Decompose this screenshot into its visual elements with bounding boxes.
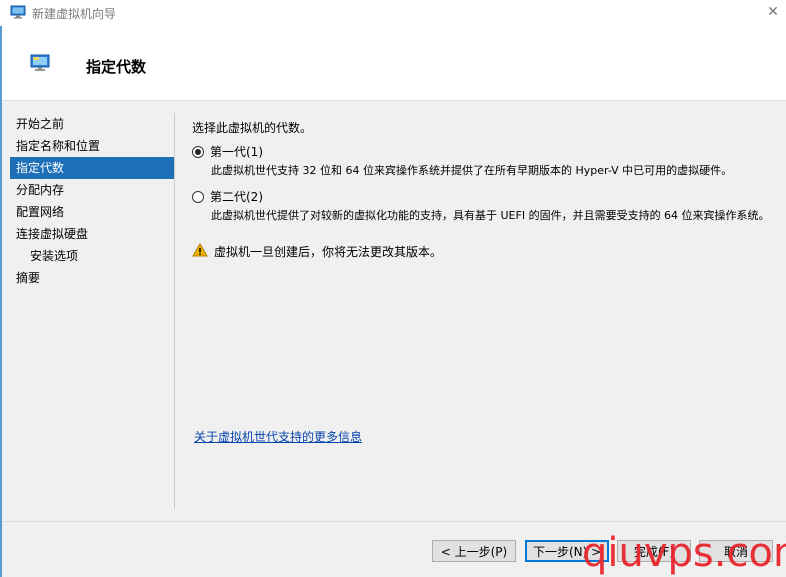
generation-more-info-link[interactable]: 关于虚拟机世代支持的更多信息	[194, 428, 362, 445]
next-button[interactable]: 下一步(N) >	[525, 540, 609, 562]
window-title: 新建虚拟机向导	[32, 7, 117, 21]
title-bar: 新建虚拟机向导 ✕	[0, 0, 786, 26]
nav-item-summary[interactable]: 摘要	[10, 267, 174, 289]
previous-button[interactable]: < 上一步(P)	[432, 540, 516, 562]
gen1-description: 此虚拟机世代支持 32 位和 64 位来宾操作系统并提供了在所有早期版本的 Hy…	[211, 164, 733, 177]
gen1-option[interactable]: 第一代(1)	[192, 143, 263, 160]
gen2-option[interactable]: 第二代(2)	[192, 188, 263, 205]
nav-item-virtual-disk[interactable]: 连接虚拟硬盘	[10, 223, 174, 245]
hyperv-monitor-icon	[30, 54, 50, 75]
nav-item-before-you-begin[interactable]: 开始之前	[10, 113, 174, 135]
wizard-steps-nav: 开始之前 指定名称和位置 指定代数 分配内存 配置网络 连接虚拟硬盘 安装选项 …	[10, 113, 174, 289]
nav-item-install-options[interactable]: 安装选项	[10, 245, 174, 267]
generation-prompt: 选择此虚拟机的代数。	[192, 121, 313, 135]
warning-triangle-icon	[192, 243, 208, 260]
gen2-description: 此虚拟机世代提供了对较新的虚拟化功能的支持，具有基于 UEFI 的固件，并且需要…	[211, 209, 770, 222]
wizard-window: 新建虚拟机向导 ✕ 指定代数 开始之前 指定名称和位置 指定代数 分配内存 配置…	[0, 0, 786, 577]
wizard-header: 指定代数	[2, 26, 786, 100]
warning-text: 虚拟机一旦创建后，你将无法更改其版本。	[214, 245, 443, 259]
finish-button[interactable]: 完成(F)	[617, 540, 691, 562]
gen1-radio[interactable]	[192, 145, 204, 158]
nav-item-name-location[interactable]: 指定名称和位置	[10, 135, 174, 157]
gen2-radio[interactable]	[192, 190, 204, 203]
nav-item-generation[interactable]: 指定代数	[10, 157, 174, 179]
gen1-label[interactable]: 第一代(1)	[210, 143, 263, 160]
nav-item-memory[interactable]: 分配内存	[10, 179, 174, 201]
hyperv-monitor-icon	[10, 4, 26, 23]
nav-divider	[174, 113, 175, 509]
close-icon[interactable]: ✕	[762, 2, 784, 22]
version-warning: 虚拟机一旦创建后，你将无法更改其版本。	[192, 243, 442, 260]
gen2-label[interactable]: 第二代(2)	[210, 188, 263, 205]
cancel-button[interactable]: 取消	[699, 540, 773, 562]
nav-item-network[interactable]: 配置网络	[10, 201, 174, 223]
page-title: 指定代数	[86, 58, 147, 76]
